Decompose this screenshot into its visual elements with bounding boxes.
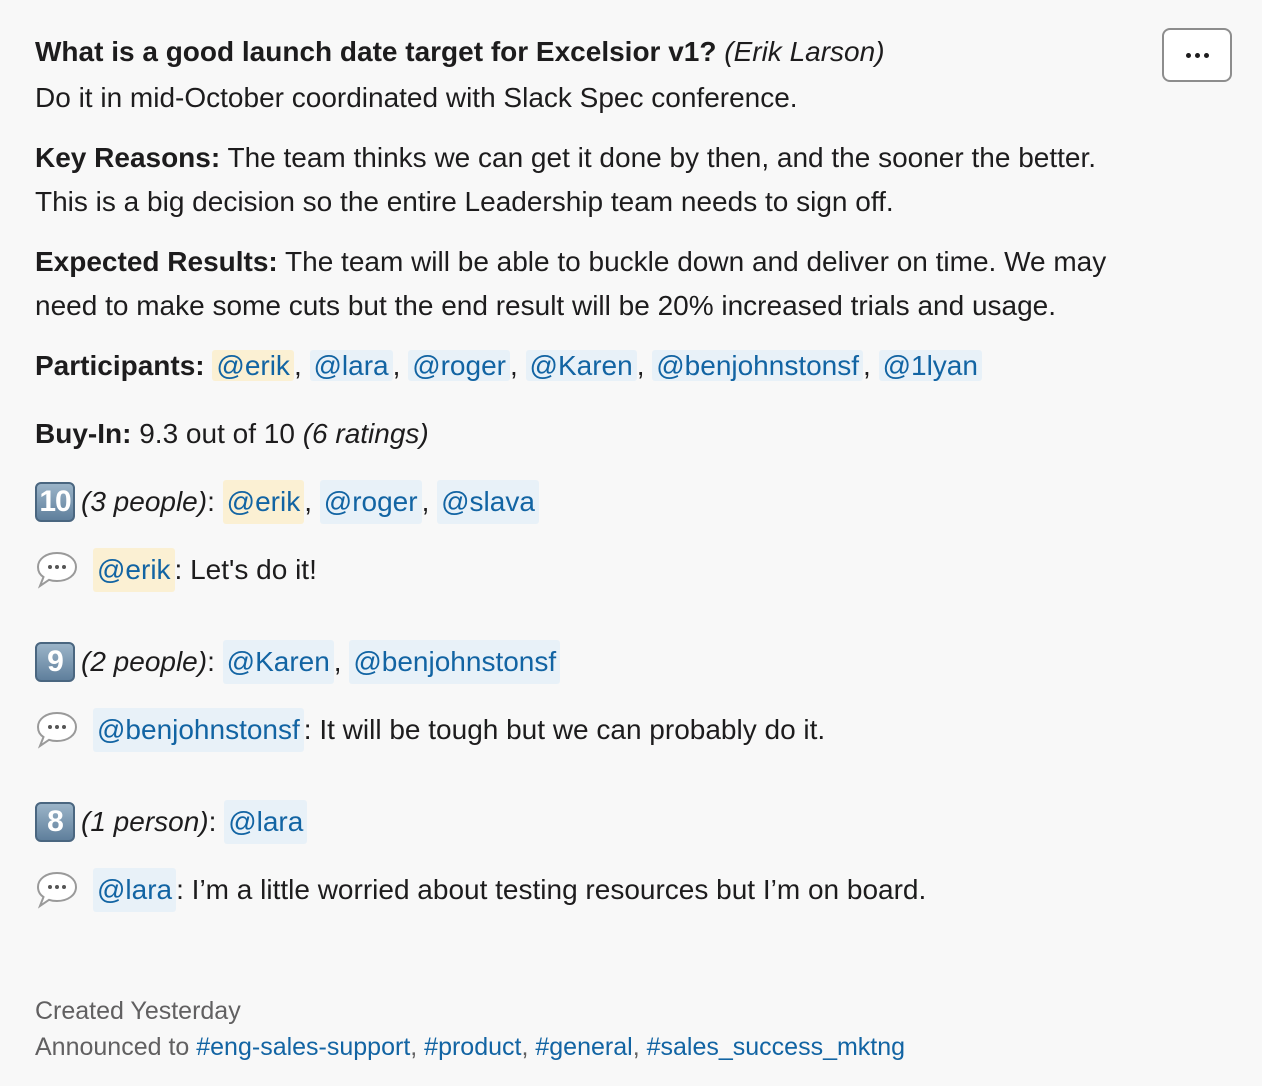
comment-author-mention[interactable]: @erik bbox=[93, 548, 175, 592]
more-horizontal-icon bbox=[1185, 52, 1209, 58]
announced-prefix: Announced to bbox=[35, 1033, 197, 1061]
rating-group-header: 9 (2 people): @Karen, @benjohnstonsf bbox=[35, 640, 1155, 684]
participants-line: Participants: @erik, @lara, @roger, @Kar… bbox=[35, 344, 1155, 388]
expected-results-label: Expected Results: bbox=[35, 246, 278, 277]
buyin-score: 9.3 out of 10 bbox=[131, 418, 303, 449]
keycap-number-icon: 9 bbox=[35, 642, 75, 682]
channel-link[interactable]: #product bbox=[424, 1033, 521, 1061]
rating-count: (2 people) bbox=[81, 646, 208, 677]
participant-mention[interactable]: @1lyan bbox=[878, 350, 982, 381]
decision-footer: Created Yesterday Announced to #eng-sale… bbox=[35, 993, 905, 1065]
rater-mention[interactable]: @slava bbox=[437, 480, 539, 524]
rater-mention[interactable]: @erik bbox=[222, 480, 305, 524]
announced-line: Announced to #eng-sales-support, #produc… bbox=[35, 1033, 906, 1061]
key-reasons: Key Reasons: The team thinks we can get … bbox=[35, 136, 1155, 224]
comment-author-mention[interactable]: @benjohnstonsf bbox=[93, 708, 304, 752]
comment-author-mention[interactable]: @lara bbox=[93, 868, 177, 912]
speech-bubble-icon bbox=[35, 870, 79, 910]
participant-mention[interactable]: @benjohnstonsf bbox=[652, 350, 864, 381]
buyin-line: Buy-In: 9.3 out of 10 (6 ratings) bbox=[35, 412, 1155, 456]
participant-mention[interactable]: @lara bbox=[309, 350, 393, 381]
rating-group-header: 8 (1 person): @lara bbox=[35, 800, 1155, 844]
rating-comment: @lara: I’m a little worried about testin… bbox=[35, 868, 1155, 912]
decision-card: What is a good launch date target for Ex… bbox=[0, 0, 1262, 1086]
decision-author: (Erik Larson) bbox=[724, 36, 885, 67]
channel-link[interactable]: #eng-sales-support bbox=[196, 1033, 410, 1061]
decision-question: What is a good launch date target for Ex… bbox=[35, 36, 717, 67]
rating-comment: @erik: Let's do it! bbox=[35, 548, 1155, 592]
participant-mention[interactable]: @Karen bbox=[525, 350, 637, 381]
rater-mention[interactable]: @Karen bbox=[222, 640, 334, 684]
rating-count: (1 person) bbox=[81, 806, 209, 837]
participant-mention[interactable]: @roger bbox=[408, 350, 510, 381]
comment-text: : It will be tough but we can probably d… bbox=[303, 714, 826, 745]
key-reasons-label: Key Reasons: bbox=[35, 142, 221, 173]
comment-text: : Let's do it! bbox=[174, 554, 317, 585]
more-actions-button[interactable] bbox=[1162, 28, 1232, 82]
decision-content: What is a good launch date target for Ex… bbox=[35, 32, 1155, 912]
rating-group-header: 10 (3 people): @erik, @roger, @slava bbox=[35, 480, 1155, 524]
channel-link[interactable]: #general bbox=[535, 1033, 632, 1061]
comment-text: : I’m a little worried about testing res… bbox=[176, 874, 927, 905]
speech-bubble-icon bbox=[35, 710, 79, 750]
channel-link[interactable]: #sales_success_mktng bbox=[647, 1033, 905, 1061]
participant-mention[interactable]: @erik bbox=[212, 350, 294, 381]
expected-results: Expected Results: The team will be able … bbox=[35, 240, 1155, 328]
decision-answer: Do it in mid-October coordinated with Sl… bbox=[35, 82, 798, 113]
keycap-number-icon: 8 bbox=[35, 802, 75, 842]
keycap-number-icon: 10 bbox=[35, 482, 75, 522]
created-label: Created Yesterday bbox=[35, 997, 241, 1025]
decision-header: What is a good launch date target for Ex… bbox=[35, 32, 1155, 72]
speech-bubble-icon bbox=[35, 550, 79, 590]
rater-mention[interactable]: @benjohnstonsf bbox=[349, 640, 561, 684]
participants-label: Participants: bbox=[35, 350, 205, 381]
rating-count: (3 people) bbox=[81, 486, 208, 517]
rater-mention[interactable]: @roger bbox=[319, 480, 422, 524]
buyin-label: Buy-In: bbox=[35, 418, 132, 449]
rating-comment: @benjohnstonsf: It will be tough but we … bbox=[35, 708, 1155, 752]
rater-mention[interactable]: @lara bbox=[224, 800, 308, 844]
buyin-count: (6 ratings) bbox=[302, 418, 429, 449]
